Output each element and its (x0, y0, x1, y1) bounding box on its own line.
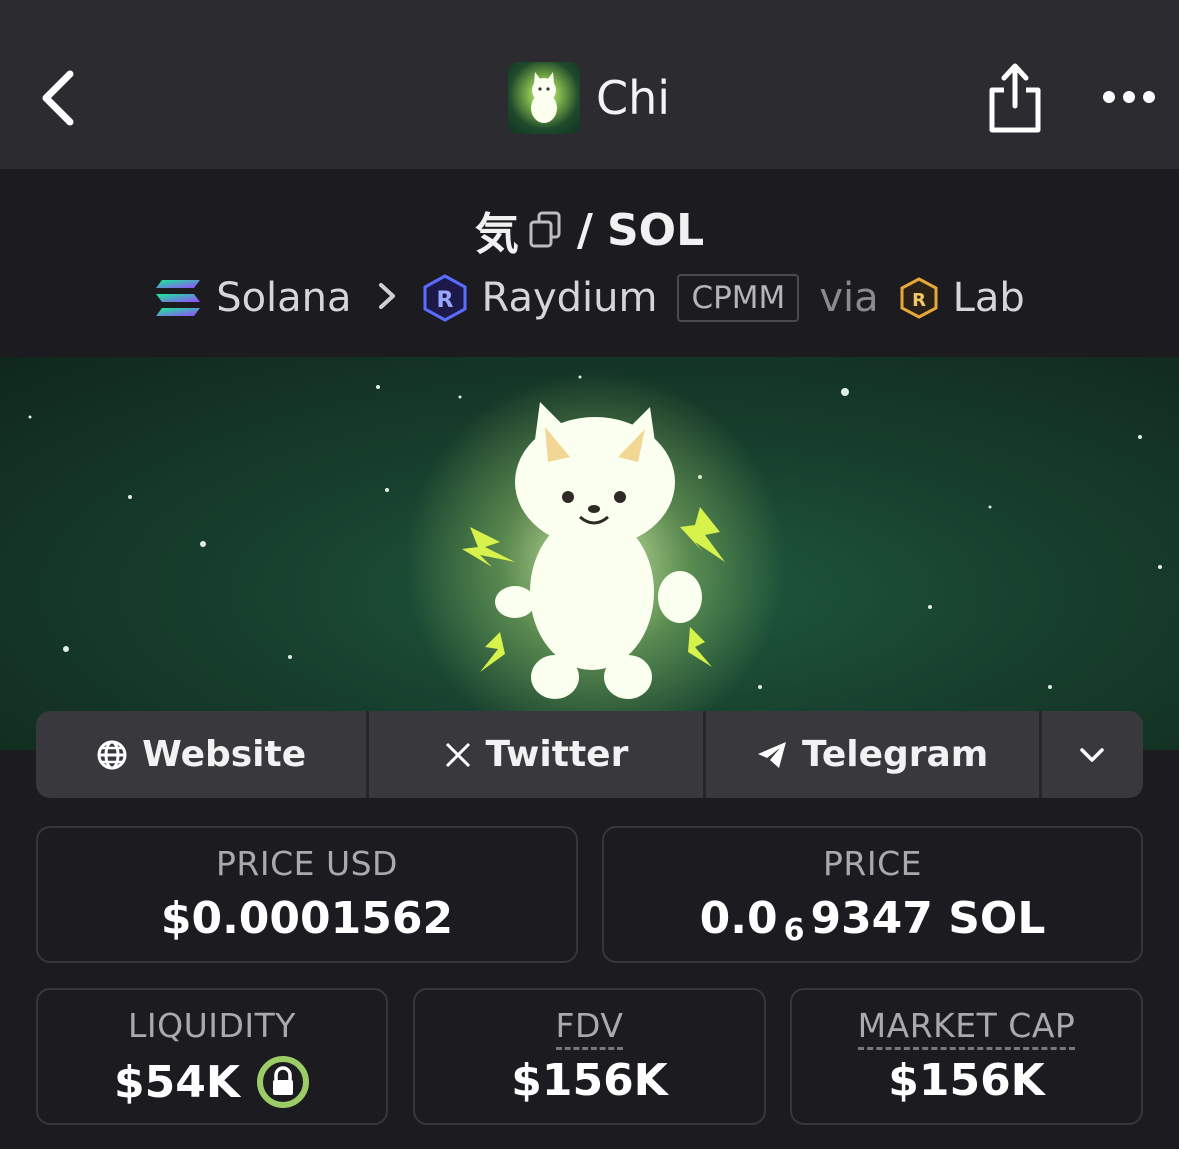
liquidity-label: LIQUIDITY (128, 1006, 296, 1045)
raydium-icon: R (423, 274, 467, 322)
globe-icon (97, 740, 127, 769)
more-options-button[interactable] (1100, 84, 1158, 110)
price-suffix: 9347 SOL (810, 893, 1046, 944)
svg-text:R: R (436, 288, 453, 313)
price-usd-card: PRICE USD $0.0001562 (36, 826, 578, 963)
page-title: Chi (596, 71, 671, 125)
price-usd-value: $0.0001562 (160, 893, 454, 944)
x-icon (445, 742, 470, 767)
copy-icon (529, 211, 561, 248)
liquidity-card: LIQUIDITY $54K (36, 988, 388, 1125)
website-label: Website (142, 734, 307, 775)
token-title: Chi (508, 62, 670, 134)
pair-separator: / (576, 204, 593, 256)
price-usd-label: PRICE USD (216, 844, 398, 883)
liquidity-value: $54K (114, 1056, 240, 1108)
quote-token-symbol: SOL (606, 204, 705, 256)
top-bar: Chi (0, 0, 1179, 169)
price-native-card: PRICE 0.0 6 9347 SOL (602, 826, 1143, 963)
telegram-icon (758, 741, 787, 768)
price-prefix: 0.0 (699, 893, 778, 944)
solana-icon (156, 280, 201, 316)
liquidity-value-row: $54K (38, 1055, 386, 1109)
market-cap-label[interactable]: MARKET CAP (857, 1006, 1076, 1050)
base-token-symbol: 気 (474, 209, 519, 260)
market-cap-card: MARKET CAP $156K (790, 988, 1143, 1125)
price-native-label: PRICE (823, 844, 922, 883)
price-zero-count: 6 (783, 913, 805, 948)
token-avatar (508, 62, 580, 134)
dex-link[interactable]: R Raydium (422, 274, 658, 322)
share-button[interactable] (984, 62, 1046, 134)
telegram-link[interactable]: Telegram (706, 711, 1042, 798)
fdv-label[interactable]: FDV (555, 1006, 624, 1050)
chevron-down-icon (1080, 747, 1105, 762)
telegram-label: Telegram (802, 734, 989, 775)
dex-name: Raydium (481, 275, 658, 321)
route-breadcrumb: Solana R Raydium CPMM via R Lab (0, 268, 1179, 328)
pool-type-badge: CPMM (677, 274, 800, 322)
website-link[interactable]: Website (36, 711, 370, 798)
twitter-label: Twitter (485, 734, 629, 775)
twitter-link[interactable]: Twitter (369, 711, 706, 798)
token-banner-image (0, 357, 1179, 750)
back-button[interactable] (36, 68, 86, 128)
fdv-value: $156K (511, 1055, 668, 1106)
more-links-dropdown[interactable] (1042, 711, 1143, 798)
pair-heading: 気 / SOL (0, 200, 1179, 261)
ellipsis-icon (1103, 91, 1155, 103)
chevron-right-icon (376, 275, 398, 321)
chevron-left-icon (42, 70, 74, 126)
chain-name: Solana (216, 275, 352, 321)
via-label: via (819, 275, 879, 321)
share-icon (989, 63, 1041, 133)
lock-icon[interactable] (256, 1055, 310, 1109)
price-native-value: 0.0 6 9347 SOL (604, 893, 1141, 948)
chain-link[interactable]: Solana (154, 275, 352, 321)
fdv-card: FDV $156K (413, 988, 766, 1125)
social-links-bar: Website Twitter Telegram (36, 711, 1143, 798)
copy-address-button[interactable] (527, 210, 563, 250)
launchpad-name: Lab (952, 275, 1025, 321)
launchpad-link[interactable]: R Lab (899, 275, 1025, 321)
svg-text:R: R (912, 290, 926, 311)
launchlab-icon: R (900, 277, 938, 319)
market-cap-value: $156K (888, 1055, 1045, 1106)
